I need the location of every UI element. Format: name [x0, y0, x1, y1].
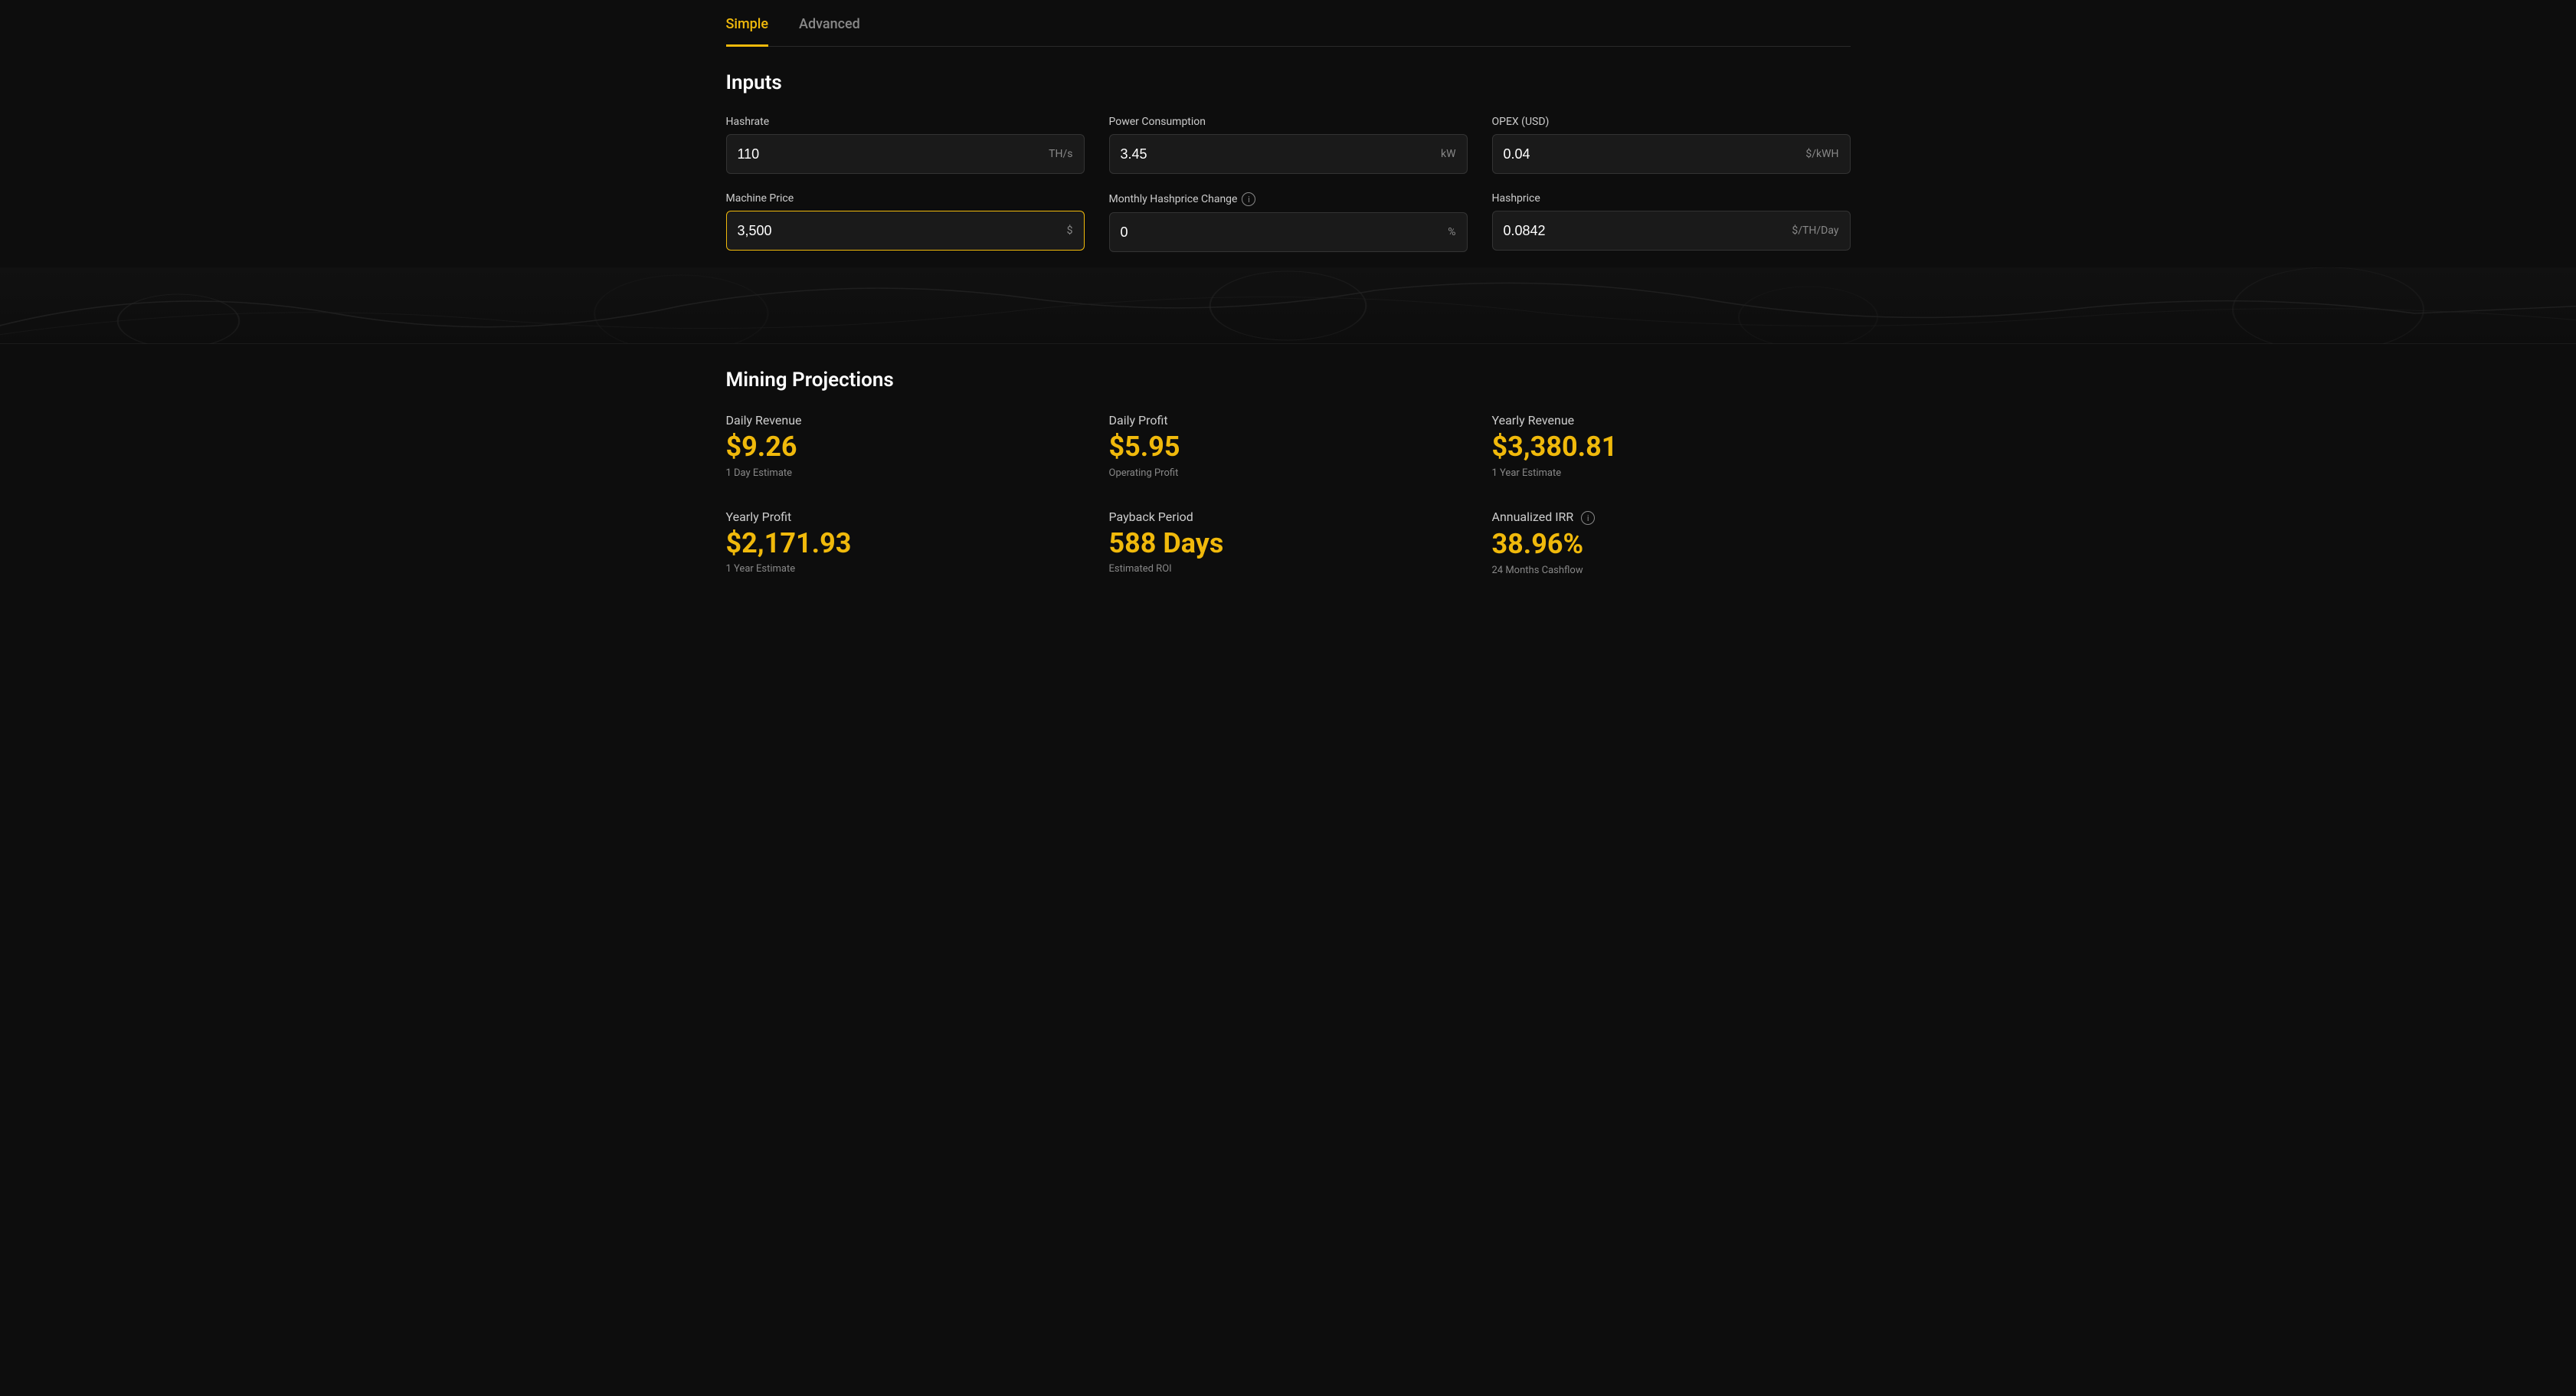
payback-period-value: 588 Days — [1109, 529, 1468, 559]
hashrate-input[interactable] — [738, 146, 1043, 162]
machine-price-input[interactable] — [738, 223, 1061, 239]
projection-daily-profit: Daily Profit $5.95 Operating Profit — [1109, 413, 1468, 479]
opex-label: OPEX (USD) — [1492, 116, 1851, 128]
projection-daily-revenue: Daily Revenue $9.26 1 Day Estimate — [726, 413, 1085, 479]
daily-profit-value: $5.95 — [1109, 432, 1468, 463]
tabs-nav: Simple Advanced — [726, 0, 1851, 47]
hashprice-input[interactable] — [1504, 223, 1786, 239]
chart-area — [0, 267, 2576, 344]
tab-advanced[interactable]: Advanced — [799, 16, 860, 47]
inputs-section: Inputs Hashrate TH/s Power Consumption k… — [726, 71, 1851, 252]
daily-profit-sublabel: Operating Profit — [1109, 467, 1468, 479]
payback-period-sublabel: Estimated ROI — [1109, 563, 1468, 575]
hashprice-change-input[interactable] — [1121, 224, 1442, 241]
projections-title: Mining Projections — [726, 369, 1851, 392]
projection-annualized-irr: Annualized IRR i 38.96% 24 Months Cashfl… — [1492, 510, 1851, 576]
annualized-irr-label: Annualized IRR i — [1492, 510, 1851, 526]
yearly-profit-label: Yearly Profit — [726, 510, 1085, 524]
input-group-power: Power Consumption kW — [1109, 116, 1468, 174]
input-group-hashprice: Hashprice $/TH/Day — [1492, 192, 1851, 252]
annualized-irr-sublabel: 24 Months Cashflow — [1492, 565, 1851, 576]
daily-revenue-value: $9.26 — [726, 432, 1085, 463]
inputs-grid: Hashrate TH/s Power Consumption kW OPEX … — [726, 116, 1851, 252]
yearly-revenue-label: Yearly Revenue — [1492, 413, 1851, 428]
hashprice-input-wrapper: $/TH/Day — [1492, 211, 1851, 251]
hashrate-label: Hashrate — [726, 116, 1085, 128]
daily-revenue-label: Daily Revenue — [726, 413, 1085, 428]
inputs-title: Inputs — [726, 71, 1851, 94]
hashprice-change-input-wrapper: % — [1109, 212, 1468, 252]
opex-input[interactable] — [1504, 146, 1800, 162]
machine-price-unit: $ — [1067, 224, 1073, 237]
power-unit: kW — [1441, 148, 1456, 160]
hashprice-change-unit: % — [1448, 226, 1455, 238]
projections-grid: Daily Revenue $9.26 1 Day Estimate Daily… — [726, 413, 1851, 576]
hashrate-input-wrapper: TH/s — [726, 134, 1085, 174]
input-group-machine-price: Machine Price $ — [726, 192, 1085, 252]
projections-section: Mining Projections Daily Revenue $9.26 1… — [726, 344, 1851, 601]
yearly-revenue-sublabel: 1 Year Estimate — [1492, 467, 1851, 479]
projection-yearly-profit: Yearly Profit $2,171.93 1 Year Estimate — [726, 510, 1085, 576]
hashrate-unit: TH/s — [1049, 148, 1072, 160]
hashprice-change-info-icon[interactable]: i — [1242, 192, 1255, 206]
daily-revenue-sublabel: 1 Day Estimate — [726, 467, 1085, 479]
yearly-revenue-value: $3,380.81 — [1492, 432, 1851, 463]
payback-period-label: Payback Period — [1109, 510, 1468, 524]
yearly-profit-value: $2,171.93 — [726, 529, 1085, 559]
input-group-opex: OPEX (USD) $/kWH — [1492, 116, 1851, 174]
hashprice-label: Hashprice — [1492, 192, 1851, 205]
daily-profit-label: Daily Profit — [1109, 413, 1468, 428]
machine-price-input-wrapper: $ — [726, 211, 1085, 251]
power-input[interactable] — [1121, 146, 1435, 162]
opex-input-wrapper: $/kWH — [1492, 134, 1851, 174]
power-input-wrapper: kW — [1109, 134, 1468, 174]
hashprice-change-label: Monthly Hashprice Change i — [1109, 192, 1468, 206]
projection-yearly-revenue: Yearly Revenue $3,380.81 1 Year Estimate — [1492, 413, 1851, 479]
input-group-hashrate: Hashrate TH/s — [726, 116, 1085, 174]
projection-payback-period: Payback Period 588 Days Estimated ROI — [1109, 510, 1468, 576]
tab-simple[interactable]: Simple — [726, 16, 769, 47]
opex-unit: $/kWH — [1805, 148, 1838, 160]
yearly-profit-sublabel: 1 Year Estimate — [726, 563, 1085, 575]
hashprice-unit: $/TH/Day — [1792, 224, 1838, 237]
annualized-irr-info-icon[interactable]: i — [1581, 511, 1595, 525]
annualized-irr-value: 38.96% — [1492, 529, 1851, 560]
power-label: Power Consumption — [1109, 116, 1468, 128]
input-group-hashprice-change: Monthly Hashprice Change i % — [1109, 192, 1468, 252]
machine-price-label: Machine Price — [726, 192, 1085, 205]
